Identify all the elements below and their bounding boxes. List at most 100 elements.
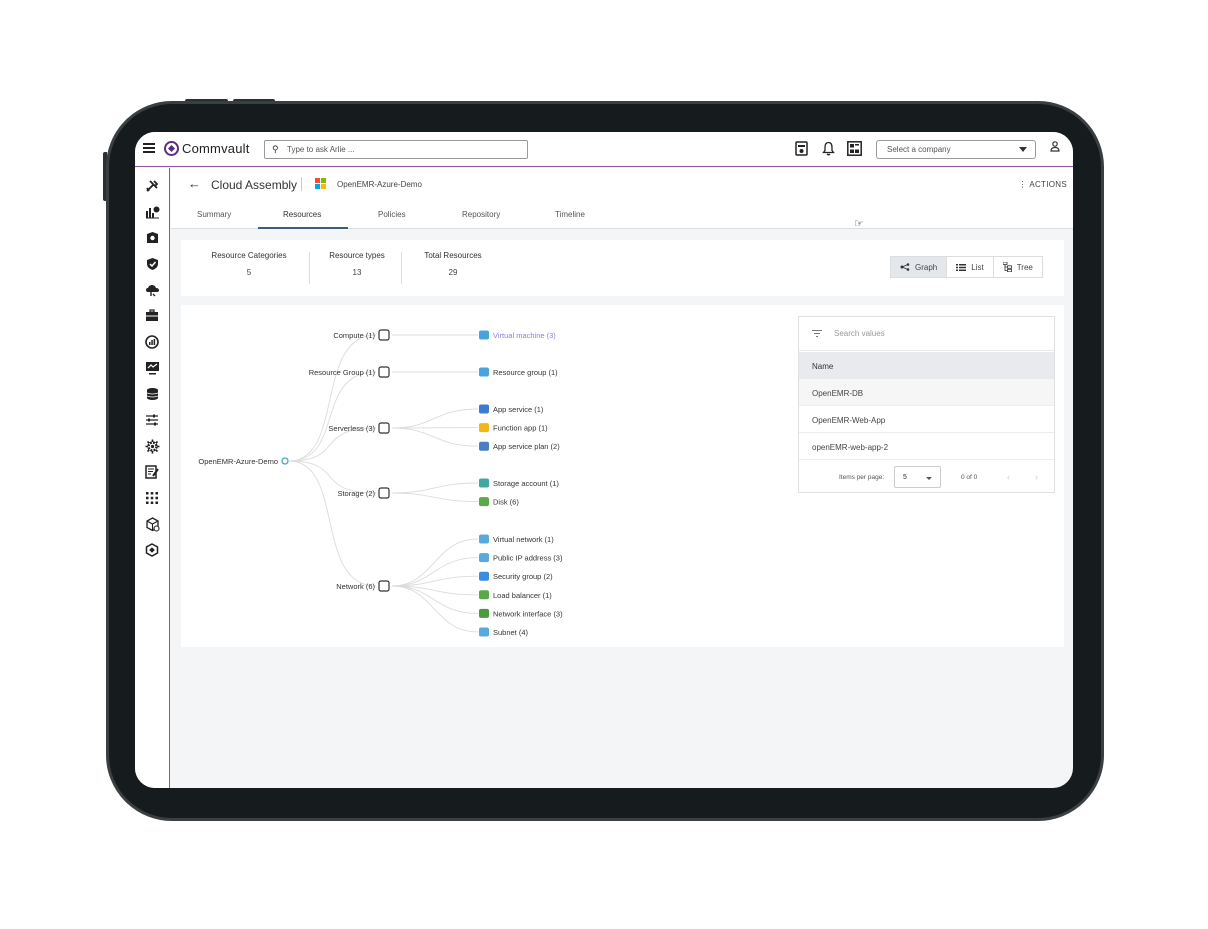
hand-cursor-icon: ☞ [854, 218, 864, 230]
cloud-lock-icon [378, 487, 390, 499]
sidebar-settings-sliders-icon[interactable] [144, 413, 160, 429]
bell-icon[interactable] [821, 141, 836, 157]
graph-root-node[interactable] [281, 457, 289, 465]
graph-resource-label: Virtual network (1) [493, 535, 554, 544]
tab-policies[interactable]: Policies [378, 210, 406, 219]
shield-icon [479, 571, 489, 581]
graph-resource-label: Security group (2) [493, 572, 553, 581]
graph-resource-label: App service plan (2) [493, 442, 560, 451]
filter-icon [812, 330, 822, 337]
table-search-placeholder: Search values [834, 329, 885, 338]
sidebar-reports-icon[interactable] [144, 205, 160, 221]
table-search[interactable]: Search values [799, 317, 1054, 351]
stat-value: 5 [246, 268, 252, 277]
app-service-icon [479, 404, 489, 414]
tab-repository[interactable]: Repository [462, 210, 500, 219]
next-page-button[interactable]: › [1035, 472, 1038, 482]
graph-resource-node[interactable]: Subnet (4) [479, 627, 529, 638]
cpu-icon [378, 329, 390, 341]
sidebar-monitor-icon[interactable] [144, 361, 160, 377]
graph-resource-label: Disk (6) [493, 498, 519, 507]
divider [309, 252, 310, 284]
sidebar-tools-icon[interactable] [144, 179, 160, 195]
graph-resource-node[interactable]: Virtual network (1) [479, 534, 554, 545]
graph-resource-node[interactable]: Load balancer (1) [479, 590, 552, 600]
resource-graph: OpenEMR-Azure-Demo Compute (1) Virtual mac… [198, 329, 563, 638]
table-row[interactable]: OpenEMR-Web-App [799, 406, 1054, 433]
graph-resource-node[interactable]: Function app (1) [479, 423, 548, 433]
menu-icon[interactable] [143, 143, 155, 153]
actions-button[interactable]: ⋮ ACTIONS [1018, 180, 1067, 189]
load-balancer-icon [479, 590, 489, 600]
view-toggle: Graph List Tree [890, 256, 1043, 278]
company-select[interactable]: Select a company [876, 140, 1036, 159]
graph-resource-node[interactable]: App service (1) [479, 404, 544, 415]
graph-resource-label: App service (1) [493, 405, 544, 414]
table-header-name[interactable]: Name [799, 352, 1054, 379]
sidebar-apps-icon[interactable] [144, 491, 160, 507]
graph-edge [391, 427, 479, 447]
stat-total-resources: Total Resources 29 [407, 251, 499, 277]
user-icon[interactable] [1050, 141, 1060, 155]
graph-category-node[interactable]: Network (6) [336, 580, 390, 592]
graph-category-node[interactable]: Compute (1) [333, 329, 390, 341]
page-header: ← Cloud Assembly OpenEMR-Azure-Demo ⋮ AC… [171, 168, 1073, 201]
graph-category-node[interactable]: Storage (2) [337, 487, 390, 499]
view-list-button[interactable]: List [947, 257, 994, 277]
items-per-page-select[interactable]: 5 [894, 466, 941, 488]
resource-group-icon [479, 367, 489, 377]
sidebar-cloud-icon[interactable] [144, 283, 160, 299]
top-bar: Commvault ⚲ Type to ask Arlie ... Select… [135, 132, 1073, 167]
public-ip-icon [479, 553, 489, 563]
view-graph-button[interactable]: Graph [891, 257, 948, 277]
app-screen: Commvault ⚲ Type to ask Arlie ... Select… [135, 132, 1073, 788]
jobs-icon[interactable] [794, 141, 809, 157]
graph-category-node[interactable]: Resource Group (1) [309, 366, 390, 378]
table-row[interactable]: OpenEMR-DB [799, 379, 1054, 406]
stat-value: 29 [448, 268, 458, 277]
sidebar-analytics-icon[interactable] [144, 335, 160, 351]
table-row[interactable]: openEMR-web-app-2 [799, 433, 1054, 460]
stat-label: Total Resources [424, 251, 482, 260]
graph-resource-label: Function app (1) [493, 424, 548, 433]
divider [401, 252, 402, 284]
sidebar-security-icon[interactable] [144, 231, 160, 247]
graph-resource-node[interactable]: Resource group (1) [479, 367, 558, 378]
tab-summary[interactable]: Summary [197, 210, 231, 219]
back-arrow-icon[interactable]: ← [188, 176, 201, 191]
items-per-page-value: 5 [903, 474, 907, 481]
sidebar-cube-icon[interactable] [144, 517, 160, 533]
tab-timeline[interactable]: Timeline [555, 210, 585, 219]
graph-resource-node[interactable]: App service plan (2) [479, 441, 560, 452]
sidebar-database-icon[interactable] [144, 387, 160, 403]
graph-resource-node[interactable]: Security group (2) [479, 571, 553, 582]
list-icon [956, 263, 967, 271]
graph-resource-node[interactable]: Storage account (1) [479, 478, 559, 489]
prev-page-button[interactable]: ‹ [1007, 472, 1010, 482]
graph-category-label: Storage (2) [337, 489, 375, 498]
sidebar-protect-icon[interactable] [144, 257, 160, 273]
graph-resource-node[interactable]: Virtual machine (3) [479, 330, 556, 341]
subnet-icon [479, 627, 489, 637]
sidebar-commvault-icon[interactable] [144, 543, 160, 559]
dashboard-icon[interactable] [847, 141, 862, 157]
pagination-range: 0 of 0 [961, 474, 978, 481]
view-tree-button[interactable]: Tree [994, 257, 1042, 277]
graph-resource-node[interactable]: Public IP address (3) [479, 553, 563, 563]
graph-edge [391, 482, 479, 494]
sidebar-gear-icon[interactable] [144, 439, 160, 455]
graph-category-label: Network (6) [336, 582, 375, 591]
graph-resource-node[interactable]: Network interface (3) [479, 608, 563, 619]
main-content: ← Cloud Assembly OpenEMR-Azure-Demo ⋮ AC… [171, 168, 1073, 788]
search-input[interactable]: ⚲ Type to ask Arlie ... [264, 140, 528, 159]
sidebar-briefcase-icon[interactable] [144, 309, 160, 325]
graph-resource-label: Load balancer (1) [493, 591, 552, 600]
sidebar-edit-icon[interactable] [144, 465, 160, 481]
graph-edge [391, 492, 479, 503]
tab-resources[interactable]: Resources [283, 210, 321, 219]
graph-resource-node[interactable]: Disk (6) [479, 497, 519, 507]
search-placeholder: Type to ask Arlie ... [287, 145, 355, 154]
graph-category-node[interactable]: Serverless (3) [328, 422, 390, 434]
stat-resource-categories: Resource Categories 5 [201, 251, 297, 277]
serverless-icon [378, 422, 390, 434]
